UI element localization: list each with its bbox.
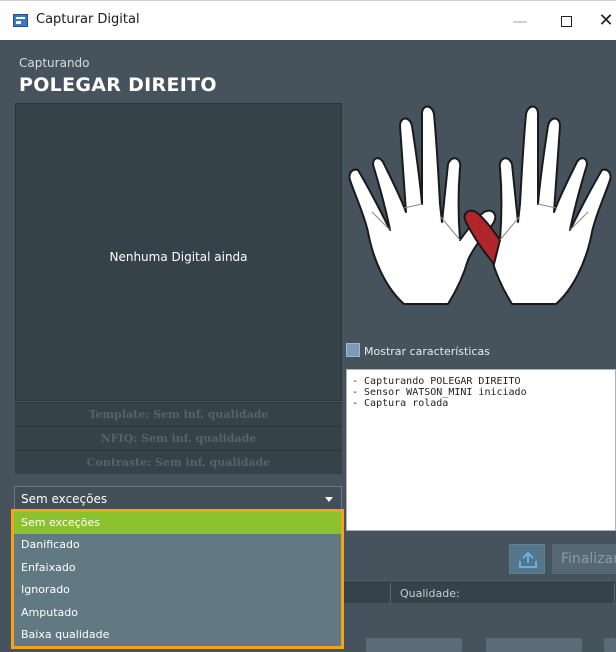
close-button[interactable]: ✕ — [586, 9, 616, 33]
app-icon — [13, 14, 28, 27]
capture-log: - Capturando POLEGAR DIREITO - Sensor WA… — [346, 369, 616, 531]
quality-status-label: Qualidade: — [400, 587, 460, 600]
nfiq-quality: NFIQ: Sem inf. qualidade — [15, 426, 342, 450]
bottom-action-button[interactable] — [366, 638, 462, 652]
exception-select[interactable]: Sem exceções — [14, 486, 342, 511]
contrast-quality: Contraste: Sem inf. qualidade — [15, 450, 342, 474]
exception-option[interactable]: Baixa qualidade — [14, 624, 341, 646]
minimize-button[interactable]: — — [500, 9, 540, 33]
status-divider — [614, 583, 615, 604]
bottom-action-button[interactable] — [604, 638, 616, 652]
right-hand — [463, 105, 612, 305]
exception-option[interactable]: Enfaixado — [14, 557, 341, 579]
bottom-action-button[interactable] — [486, 638, 582, 652]
log-line: - Captura rolada — [352, 398, 449, 409]
log-line: - Capturando POLEGAR DIREITO — [352, 376, 521, 387]
left-hand — [348, 105, 497, 305]
exception-option[interactable]: Amputado — [14, 602, 341, 624]
finish-button[interactable]: Finalizar — [552, 544, 616, 574]
fingerprint-preview: Nenhuma Digital ainda — [15, 103, 342, 401]
log-line: - Sensor WATSON_MINI iniciado — [352, 387, 527, 398]
window-title: Capturar Digital — [36, 12, 140, 27]
exception-select-value: Sem exceções — [21, 492, 108, 506]
title-bar: Capturar Digital — ✕ — [0, 0, 616, 40]
exception-dropdown: Sem exceções Danificado Enfaixado Ignora… — [11, 509, 344, 649]
show-features-label: Mostrar características — [364, 345, 490, 358]
status-divider — [390, 583, 391, 604]
finger-title: POLEGAR DIREITO — [19, 74, 217, 96]
show-features-checkbox[interactable] — [346, 343, 360, 357]
capture-subtitle: Capturando — [19, 56, 90, 70]
chevron-down-icon — [325, 497, 333, 502]
preview-empty-text: Nenhuma Digital ainda — [109, 250, 248, 264]
maximize-button[interactable] — [546, 9, 586, 33]
exception-option[interactable]: Danificado — [14, 534, 341, 556]
upload-button[interactable] — [509, 544, 545, 574]
upload-icon — [519, 551, 537, 568]
template-quality: Template: Sem inf. qualidade — [15, 402, 342, 426]
hands-diagram — [348, 105, 612, 305]
exception-option[interactable]: Sem exceções — [14, 512, 341, 535]
exception-option[interactable]: Ignorado — [14, 579, 341, 601]
maximize-icon — [560, 16, 572, 27]
status-bar: Qualidade: — [344, 582, 616, 604]
